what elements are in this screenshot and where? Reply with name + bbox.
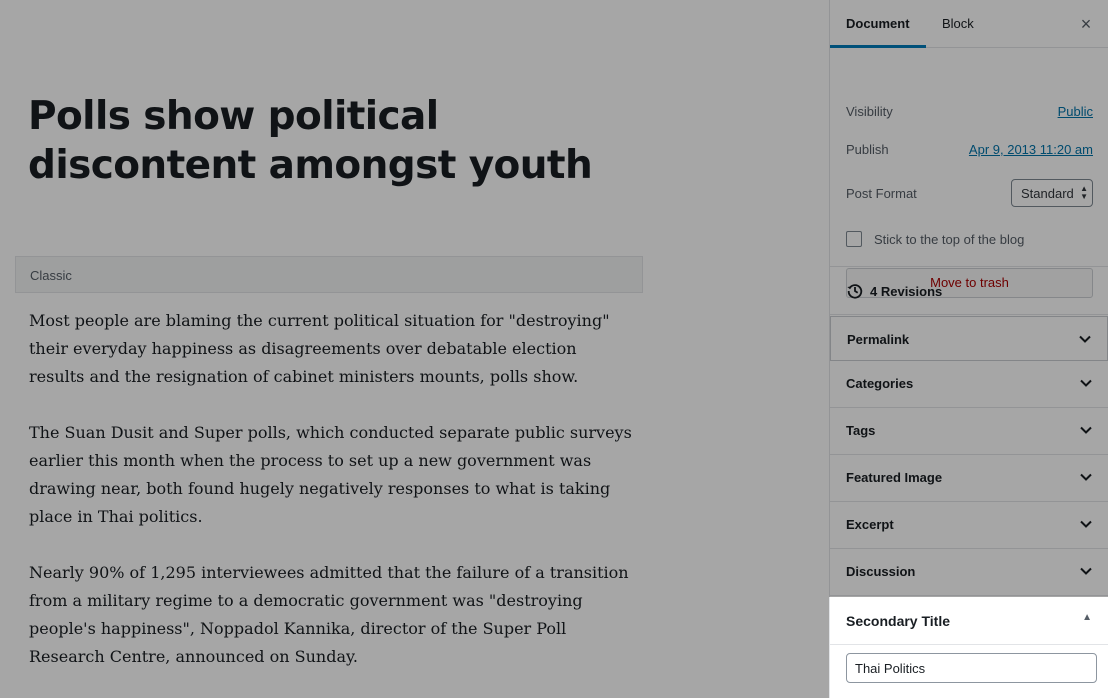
chevron-down-icon — [1080, 473, 1092, 481]
caret-up-icon: ▲ — [1082, 612, 1092, 623]
post-format-row: Post Format Standard ▲ ▼ — [846, 179, 1093, 207]
post-title[interactable]: Polls show political discontent amongst … — [28, 92, 648, 190]
panel-excerpt[interactable]: Excerpt — [830, 502, 1108, 549]
chevron-down-icon — [1080, 379, 1092, 387]
document-panels: Permalink Categories Tags Featured Image… — [830, 315, 1108, 596]
chevron-down-icon — [1080, 567, 1092, 575]
close-icon[interactable]: × — [1074, 12, 1098, 36]
tab-document[interactable]: Document — [830, 0, 926, 48]
panel-permalink[interactable]: Permalink — [830, 316, 1108, 361]
panel-categories-title: Categories — [846, 376, 914, 391]
revisions-label: 4 Revisions — [870, 284, 943, 299]
secondary-title-toggle[interactable]: Secondary Title ▲ — [830, 597, 1108, 645]
sticky-label[interactable]: Stick to the top of the blog — [874, 232, 1024, 247]
paragraph[interactable]: Most people are blaming the current poli… — [29, 307, 634, 391]
panel-excerpt-title: Excerpt — [846, 517, 894, 532]
status-visibility-panel: Visibility Public Publish Apr 9, 2013 11… — [830, 48, 1108, 298]
panel-discussion[interactable]: Discussion — [830, 549, 1108, 596]
post-format-select[interactable]: Standard ▲ ▼ — [1011, 179, 1093, 207]
classic-block-toolbar[interactable]: Classic — [15, 256, 643, 293]
paragraph[interactable]: The Suan Dusit and Super polls, which co… — [29, 419, 634, 531]
panel-categories[interactable]: Categories — [830, 361, 1108, 408]
chevron-down-icon — [1079, 335, 1091, 343]
chevron-down-icon — [1080, 520, 1092, 528]
publish-date-link[interactable]: Apr 9, 2013 11:20 am — [969, 142, 1093, 157]
classic-block-label: Classic — [30, 268, 72, 283]
secondary-title-input[interactable] — [846, 653, 1097, 683]
sticky-row: Stick to the top of the blog — [846, 230, 1093, 250]
panel-featured-image[interactable]: Featured Image — [830, 455, 1108, 502]
sidebar-tabs: Document Block × — [830, 0, 1108, 48]
secondary-title-panel: Secondary Title ▲ — [830, 597, 1108, 698]
post-format-label: Post Format — [846, 186, 917, 201]
revisions-link[interactable]: 4 Revisions — [830, 267, 1108, 315]
post-content[interactable]: Most people are blaming the current poli… — [29, 307, 634, 698]
panel-tags-title: Tags — [846, 423, 876, 438]
panel-permalink-title: Permalink — [847, 332, 910, 347]
secondary-title-heading: Secondary Title — [846, 613, 951, 629]
settings-sidebar: Document Block × Visibility Public Publi… — [829, 0, 1108, 698]
panel-discussion-title: Discussion — [846, 564, 916, 579]
select-arrows-icon: ▲ ▼ — [1080, 184, 1088, 201]
visibility-label: Visibility — [846, 104, 893, 119]
panel-featured-image-title: Featured Image — [846, 470, 943, 485]
visibility-link[interactable]: Public — [1058, 104, 1093, 119]
history-icon — [847, 284, 863, 299]
tab-block[interactable]: Block — [926, 0, 990, 48]
publish-label: Publish — [846, 142, 889, 157]
chevron-down-icon — [1080, 426, 1092, 434]
panel-tags[interactable]: Tags — [830, 408, 1108, 455]
sticky-checkbox[interactable] — [846, 231, 862, 247]
editor-canvas: Polls show political discontent amongst … — [0, 0, 829, 698]
post-format-value: Standard — [1021, 186, 1074, 201]
paragraph[interactable]: Nearly 90% of 1,295 interviewees admitte… — [29, 559, 634, 671]
